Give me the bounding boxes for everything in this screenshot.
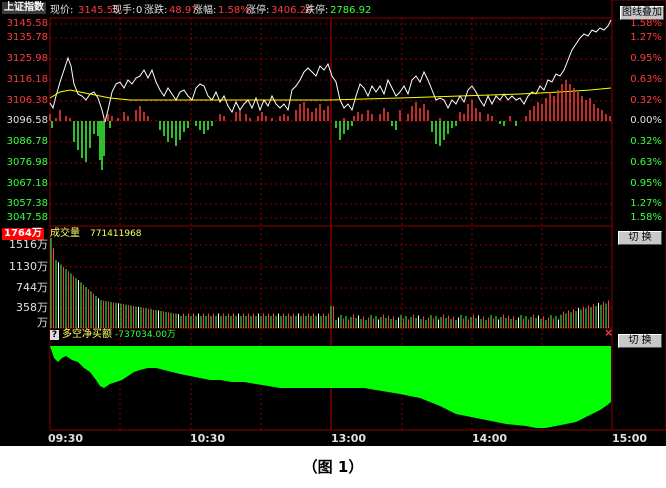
volume-total: 771411968 (90, 229, 142, 239)
percent-tick: 0.95% (630, 53, 662, 64)
figure-caption: （图 1） (302, 458, 364, 476)
percent-tick: 1.58% (630, 18, 662, 29)
percent-tick: 0.63% (630, 74, 662, 85)
limit-up-label: 涨停: (246, 5, 270, 16)
net-buy-switch-button[interactable]: 切 换 (618, 334, 662, 348)
percent-tick: 1.27% (630, 32, 662, 43)
limit-down-value: 2786.92 (330, 5, 372, 16)
time-label-1500: 15:00 (612, 432, 648, 445)
limit-down-label: 跌停: (305, 5, 329, 16)
price-tick: 3096.58 (6, 115, 48, 126)
percent-tick: 0.95% (630, 178, 662, 189)
time-label-1400: 14:00 (472, 432, 508, 445)
percent-tick: 0.32% (630, 136, 662, 147)
price-tick: 3145.58 (6, 18, 48, 29)
net-buy-value: -737034.00万 (115, 330, 176, 340)
percent-tick: 0.00% (630, 115, 662, 126)
volume-value: 0 (136, 5, 143, 16)
price-label: 现价: (50, 5, 74, 16)
index-name: 上证指数 (2, 2, 46, 14)
chart-canvas[interactable] (0, 0, 666, 446)
time-label-1030: 10:30 (190, 432, 226, 445)
net-buy-title: 多空净买额 (62, 329, 112, 340)
amplitude-value: 1.58% (218, 5, 250, 16)
price-tick: 3106.38 (6, 95, 48, 106)
price-tick: 3057.38 (6, 198, 48, 209)
price-tick: 3076.98 (6, 157, 48, 168)
amplitude-label: 涨幅: (193, 5, 217, 16)
time-label-0930: 09:30 (48, 432, 84, 445)
percent-tick: 1.27% (630, 198, 662, 209)
percent-tick: 1.58% (630, 212, 662, 223)
price-tick: 3086.78 (6, 136, 48, 147)
help-icon[interactable]: ? (50, 330, 59, 340)
time-label-1300: 13:00 (331, 432, 367, 445)
volume-tick: 358万 (16, 301, 48, 314)
volume-label: 现手: (112, 5, 136, 16)
price-tick: 3067.18 (6, 178, 48, 189)
percent-tick: 0.32% (630, 95, 662, 106)
percent-tick: 0.63% (630, 157, 662, 168)
stock-chart-terminal: 上证指数 现价: 3145.55 现手: 0 涨跌: 48.97 涨幅: 1.5… (0, 0, 666, 446)
volume-title: 成交量 (50, 228, 80, 239)
volume-tick: 万 (37, 316, 48, 329)
change-label: 涨跌: (144, 5, 168, 16)
price-tick: 3135.78 (6, 32, 48, 43)
volume-tick: 1516万 (9, 238, 48, 251)
price-tick: 3125.98 (6, 53, 48, 64)
price-tick: 3116.18 (6, 74, 48, 85)
volume-tick: 1130万 (9, 260, 48, 273)
volume-tick: 744万 (16, 281, 48, 294)
close-icon[interactable]: × (604, 327, 613, 339)
price-tick: 3047.58 (6, 212, 48, 223)
volume-switch-button[interactable]: 切 换 (618, 231, 662, 245)
